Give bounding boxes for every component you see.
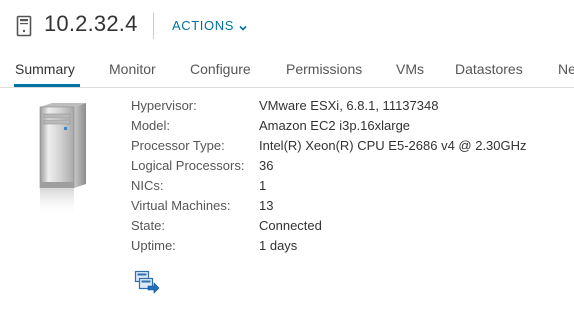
host-icon xyxy=(16,15,32,42)
property-value: 1 days xyxy=(259,238,298,253)
property-label: Hypervisor: xyxy=(131,98,197,113)
tab-vms[interactable]: VMs xyxy=(396,61,424,77)
migrate-host-icon[interactable] xyxy=(134,270,160,299)
property-value: 13 xyxy=(259,198,274,213)
header-divider xyxy=(153,13,154,39)
property-value: 36 xyxy=(259,158,274,173)
actions-menu-button[interactable]: ACTIONS xyxy=(172,18,248,33)
property-value: VMware ESXi, 6.8.1, 11137348 xyxy=(259,98,439,113)
property-value: Amazon EC2 i3p.16xlarge xyxy=(259,118,411,133)
property-label: Logical Processors: xyxy=(131,158,245,173)
property-label: NICs: xyxy=(131,178,164,193)
actions-label: ACTIONS xyxy=(172,18,234,33)
page-header: 10.2.32.4 ACTIONS xyxy=(0,0,574,54)
property-value: Intel(R) Xeon(R) CPU E5-2686 v4 @ 2.30GH… xyxy=(259,138,527,153)
property-value: 1 xyxy=(259,178,267,193)
tab-networks[interactable]: Ne xyxy=(558,61,574,77)
tab-bar: Summary Monitor Configure Permissions VM… xyxy=(0,54,574,88)
property-label: Virtual Machines: xyxy=(131,198,231,213)
tab-configure[interactable]: Configure xyxy=(190,61,251,77)
tab-permissions[interactable]: Permissions xyxy=(286,61,362,77)
chevron-down-icon xyxy=(238,21,248,31)
tab-summary[interactable]: Summary xyxy=(15,61,75,77)
tab-divider xyxy=(0,87,574,88)
page-title: 10.2.32.4 xyxy=(44,11,138,36)
property-value: Connected xyxy=(259,218,322,233)
property-label: Processor Type: xyxy=(131,138,225,153)
property-label: Model: xyxy=(131,118,171,133)
property-label: State: xyxy=(131,218,165,233)
server-tower-icon xyxy=(38,102,90,225)
tab-monitor[interactable]: Monitor xyxy=(109,61,156,77)
tab-datastores[interactable]: Datastores xyxy=(455,61,523,77)
property-label: Uptime: xyxy=(131,238,176,253)
